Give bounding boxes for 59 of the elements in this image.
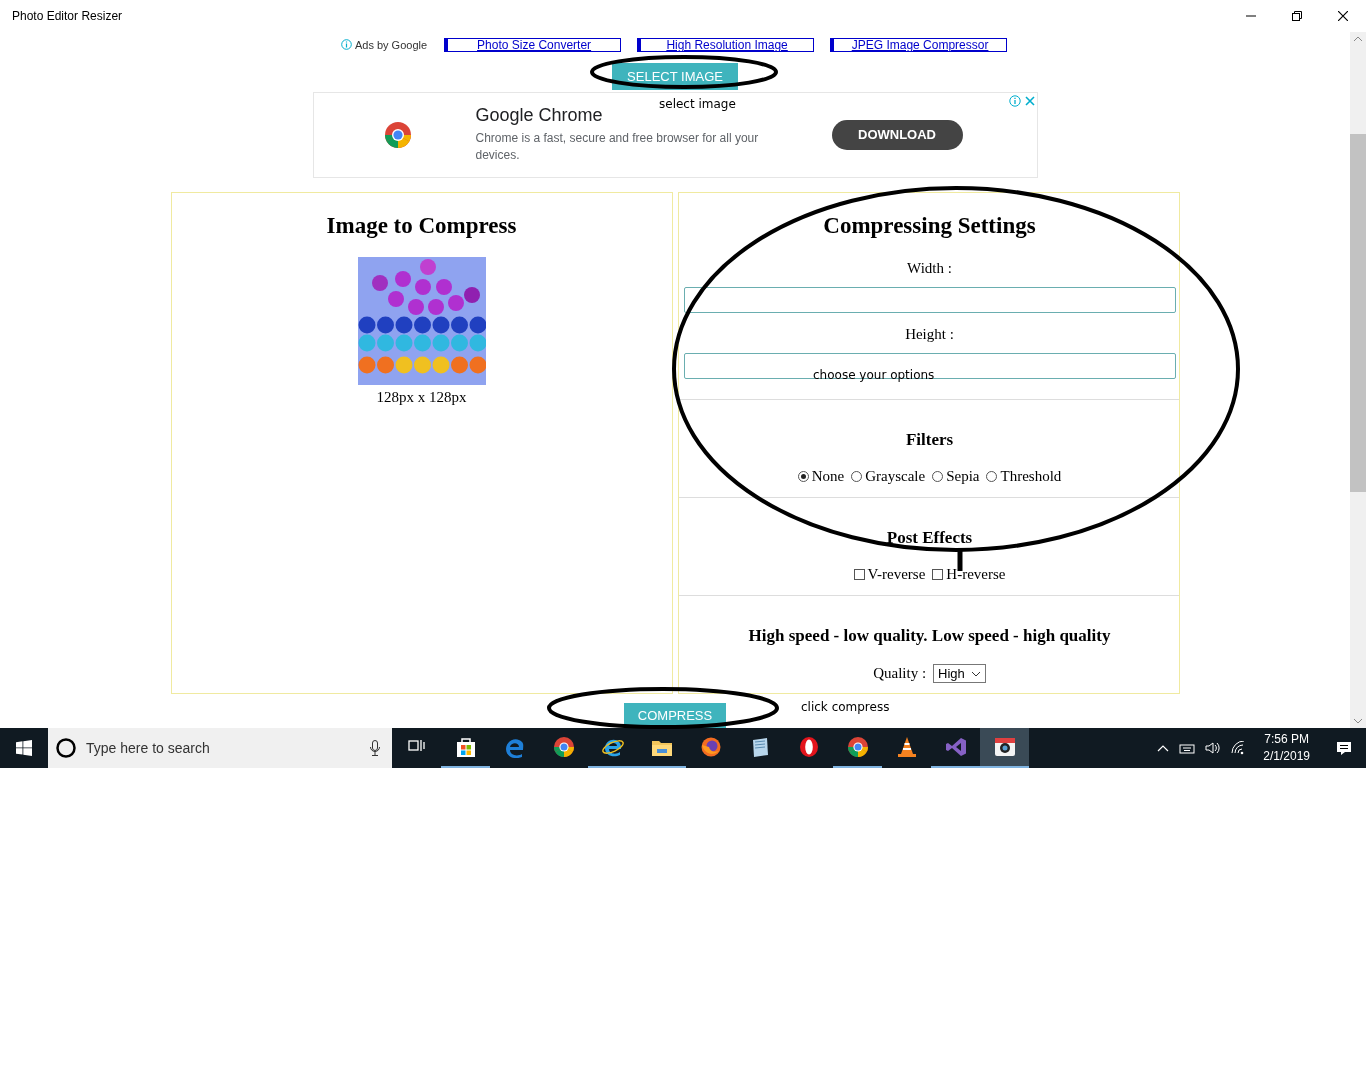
quality-select[interactable]: High xyxy=(933,664,986,683)
info-icon[interactable] xyxy=(1008,94,1021,107)
panel-heading: Compressing Settings xyxy=(823,213,1036,239)
ad-link[interactable]: JPEG Image Compressor xyxy=(830,37,1008,52)
section-heading: Filters xyxy=(905,430,954,450)
scrollbar[interactable] xyxy=(1350,32,1366,728)
field-label: Height : xyxy=(905,326,954,343)
store-bag-icon xyxy=(454,736,477,758)
section-heading: Post Effects xyxy=(886,528,973,548)
image-size-caption: 128px x 128px xyxy=(376,389,467,406)
ad-title: Google Chrome xyxy=(475,105,604,127)
letter-o-icon xyxy=(797,736,820,758)
traffic-cone-icon xyxy=(895,736,918,758)
download-button[interactable]: DOWNLOAD xyxy=(831,119,963,150)
option-label: V-reverse xyxy=(867,566,926,583)
keyboard-icon xyxy=(1179,741,1196,755)
cortana-circle-icon xyxy=(56,738,76,758)
clock-time: 7:56 PM xyxy=(1263,731,1310,748)
option-label: H-reverse xyxy=(946,566,1006,583)
quality-label: Quality : xyxy=(873,665,927,682)
scroll-up-icon[interactable] xyxy=(1353,36,1363,42)
checkbox[interactable] xyxy=(932,569,944,580)
width-input-field[interactable] xyxy=(683,287,1176,313)
clock-date: 2/1/2019 xyxy=(1263,748,1310,765)
panel-heading: Image to Compress xyxy=(326,213,517,239)
annotation-note: select image xyxy=(659,97,736,111)
window-title: Photo Editor Resizer xyxy=(12,9,123,23)
info-icon xyxy=(340,39,352,51)
chevron-down-icon xyxy=(970,670,981,677)
taskbar-app-button[interactable] xyxy=(980,728,1029,768)
annotation-note: click compress xyxy=(801,700,890,714)
option-label: None xyxy=(811,468,845,485)
windows-logo-icon xyxy=(16,740,32,756)
field-label: Width : xyxy=(907,260,952,277)
ad-link[interactable]: High Resolution Image xyxy=(637,37,815,52)
scroll-down-icon[interactable] xyxy=(1353,718,1363,724)
chevron-up-icon xyxy=(1157,744,1170,752)
ad-link[interactable]: Photo Size Converter xyxy=(444,37,622,52)
option-label: Sepia xyxy=(946,468,980,485)
close-icon[interactable] xyxy=(1338,11,1348,21)
taskbar-search-field[interactable]: Type here to search xyxy=(48,728,392,768)
option-label: Threshold xyxy=(1000,468,1062,485)
option-label: Grayscale xyxy=(865,468,926,485)
ad-description: Chrome is a fast, secure and free browser for all your devices. xyxy=(475,130,760,165)
camera-icon xyxy=(993,736,1016,758)
restore-icon[interactable] xyxy=(1292,11,1302,21)
scrollbar-thumb[interactable] xyxy=(1350,134,1366,492)
checkbox[interactable] xyxy=(853,569,865,580)
microphone-icon xyxy=(370,740,380,756)
chrome-logo-icon xyxy=(846,736,869,758)
notification-icon[interactable] xyxy=(1336,740,1352,756)
chrome-logo-icon xyxy=(383,120,412,149)
section-heading: High speed - low quality. Low speed - high quality xyxy=(748,626,1111,646)
ads-label: Ads by Google xyxy=(354,38,428,51)
chrome-logo-icon xyxy=(552,736,575,758)
annotation-mark xyxy=(957,548,963,571)
letter-e-icon xyxy=(503,736,526,758)
infinity-loop-icon xyxy=(944,736,967,758)
speaker-icon xyxy=(1205,741,1222,755)
